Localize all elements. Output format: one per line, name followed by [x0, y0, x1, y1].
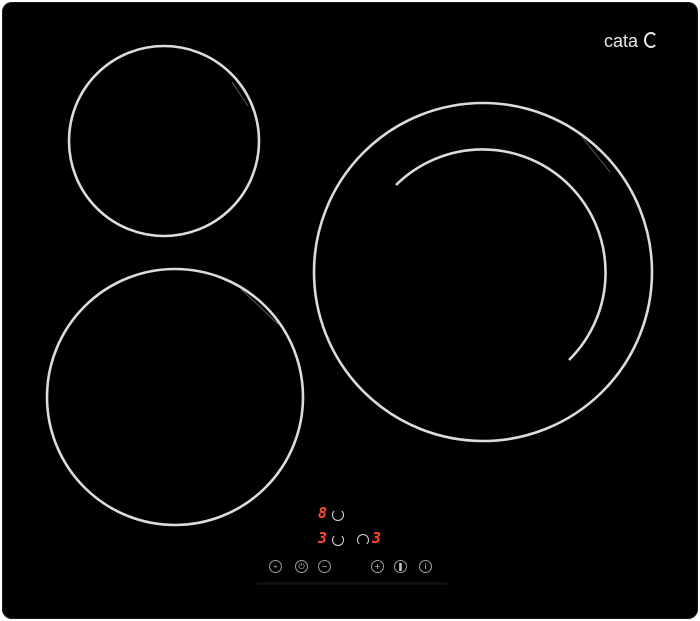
cooktop-graphics: [45, 44, 654, 585]
burner-mark-bottom-left: [241, 289, 279, 325]
top-zone-display: 8: [318, 504, 327, 522]
timer-icon[interactable]: [332, 534, 344, 546]
burner-ring-right-outer: [312, 101, 654, 443]
plus-icon[interactable]: +: [371, 560, 384, 573]
control-area-bottom-shadow: [257, 582, 447, 585]
induction-cooktop: cata 8 3 3 ⌁ ⏻ − + ❚ i: [2, 2, 698, 619]
timer-icon[interactable]: [357, 534, 369, 546]
brand-logo: cata: [604, 31, 658, 52]
brand-logo-icon: [644, 32, 658, 48]
burner-ring-right-inner: [395, 148, 607, 361]
pause-icon[interactable]: ❚: [394, 560, 407, 573]
brand-text: cata: [603, 31, 638, 51]
lock-icon[interactable]: ⌁: [269, 560, 282, 573]
timer-icon[interactable]: [332, 509, 344, 521]
right-zone-display: 3: [372, 529, 381, 547]
burner-ring-bottom-left: [45, 267, 305, 527]
burner-ring-top-left: [67, 44, 261, 238]
power-icon[interactable]: ⏻: [295, 560, 308, 573]
info-icon[interactable]: i: [419, 560, 432, 573]
left-zone-display: 3: [318, 529, 327, 547]
minus-icon[interactable]: −: [318, 560, 331, 573]
